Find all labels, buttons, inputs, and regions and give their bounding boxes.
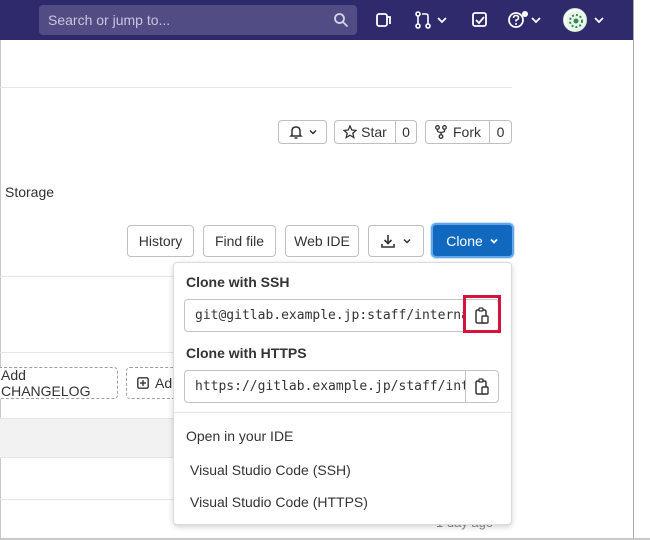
star-icon <box>343 125 358 139</box>
ssh-url-field[interactable]: git@gitlab.example.jp:staff/internal-pro… <box>184 299 499 332</box>
chevron-down-icon <box>402 236 412 246</box>
help-icon[interactable] <box>507 10 543 30</box>
open-in-ide-header: Open in your IDE <box>186 428 294 444</box>
search-placeholder: Search or jump to... <box>48 12 171 28</box>
star-button[interactable]: Star <box>334 120 396 144</box>
https-url-input[interactable]: https://gitlab.example.jp/staff/internal… <box>185 371 465 402</box>
clipboard-icon <box>474 377 490 396</box>
avatar[interactable] <box>563 8 587 32</box>
clone-https-label: Clone with HTTPS <box>186 345 307 361</box>
open-vscode-ssh[interactable]: Visual Studio Code (SSH) <box>190 462 351 478</box>
fork-icon <box>434 125 448 139</box>
copy-button-highlight <box>463 295 501 333</box>
copy-https-url-button[interactable] <box>465 371 498 402</box>
scrollbar-track[interactable] <box>634 0 650 540</box>
download-icon <box>380 233 396 249</box>
fork-label: Fork <box>453 124 481 140</box>
clone-button[interactable]: Clone <box>431 223 514 258</box>
header-divider <box>0 87 512 88</box>
add-file-label: Ad <box>155 375 173 391</box>
todo-icon[interactable] <box>471 10 489 30</box>
clone-ssh-label: Clone with SSH <box>186 274 290 290</box>
notifications-dropdown[interactable] <box>278 120 327 144</box>
merge-request-icon[interactable] <box>414 10 448 30</box>
storage-stat[interactable]: Storage <box>5 184 54 200</box>
chevron-down-icon <box>308 127 318 137</box>
history-button[interactable]: History <box>127 225 194 257</box>
star-count[interactable]: 0 <box>395 120 417 144</box>
download-button[interactable] <box>368 225 424 257</box>
issues-icon[interactable] <box>375 10 393 30</box>
find-file-button[interactable]: Find file <box>203 225 276 257</box>
plus-square-icon <box>137 377 149 389</box>
search-icon <box>333 12 349 33</box>
add-changelog-label: Add CHANGELOG <box>1 367 91 399</box>
chevron-down-icon <box>489 236 499 246</box>
https-url-field[interactable]: https://gitlab.example.jp/staff/internal… <box>184 370 499 403</box>
star-label: Star <box>361 124 387 140</box>
chevron-down-icon[interactable] <box>593 10 605 30</box>
fork-count[interactable]: 0 <box>489 120 512 144</box>
open-vscode-https[interactable]: Visual Studio Code (HTTPS) <box>190 494 368 510</box>
search-input[interactable]: Search or jump to... <box>39 5 357 35</box>
fork-button[interactable]: Fork <box>425 120 490 144</box>
window-border-left <box>0 0 1 540</box>
bell-icon <box>288 124 304 140</box>
dropdown-divider <box>174 412 511 413</box>
web-ide-button[interactable]: Web IDE <box>285 225 359 257</box>
top-navbar: Search or jump to... <box>0 0 633 40</box>
window-border-right <box>633 0 634 540</box>
clone-dropdown: Clone with SSH git@gitlab.example.jp:sta… <box>173 262 512 525</box>
add-changelog-button[interactable]: Add CHANGELOG <box>0 367 118 399</box>
clone-label: Clone <box>446 232 483 249</box>
ssh-url-input[interactable]: git@gitlab.example.jp:staff/internal-pro… <box>185 300 465 331</box>
